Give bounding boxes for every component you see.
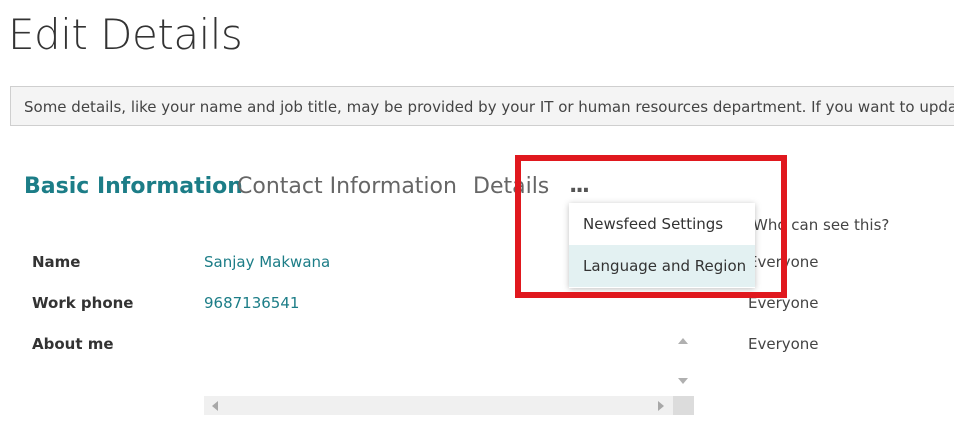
more-tabs-ellipsis-icon[interactable]: ... <box>569 173 590 198</box>
menu-item-newsfeed-settings[interactable]: Newsfeed Settings <box>569 203 755 245</box>
about-me-horizontal-scrollbar[interactable] <box>204 396 673 415</box>
field-label-work-phone: Work phone <box>32 294 134 312</box>
about-me-vertical-scrollbar[interactable] <box>673 331 694 397</box>
field-value-name[interactable]: Sanjay Makwana <box>204 253 330 271</box>
scroll-left-arrow-icon[interactable] <box>212 401 218 411</box>
visibility-column-header: Who can see this? <box>753 216 890 234</box>
edit-details-page: Edit Details Some details, like your nam… <box>0 0 954 431</box>
tab-basic-information[interactable]: Basic Information <box>24 174 243 199</box>
info-notice: Some details, like your name and job tit… <box>10 86 954 126</box>
field-label-name: Name <box>32 253 81 271</box>
field-visibility-name[interactable]: Everyone <box>748 253 819 271</box>
field-label-about-me: About me <box>32 335 114 353</box>
page-title: Edit Details <box>8 10 243 59</box>
scroll-down-arrow-icon[interactable] <box>678 378 688 384</box>
menu-item-language-and-region[interactable]: Language and Region <box>569 245 755 287</box>
scrollbar-corner <box>673 396 694 415</box>
field-value-work-phone[interactable]: 9687136541 <box>204 294 299 312</box>
tab-contact-information[interactable]: Contact Information <box>237 174 457 199</box>
more-tabs-dropdown-menu: Newsfeed Settings Language and Region <box>569 203 755 288</box>
scroll-up-arrow-icon[interactable] <box>678 338 688 344</box>
scroll-right-arrow-icon[interactable] <box>658 401 664 411</box>
tab-details[interactable]: Details <box>473 174 549 199</box>
field-visibility-about-me[interactable]: Everyone <box>748 335 819 353</box>
field-visibility-work-phone[interactable]: Everyone <box>748 294 819 312</box>
